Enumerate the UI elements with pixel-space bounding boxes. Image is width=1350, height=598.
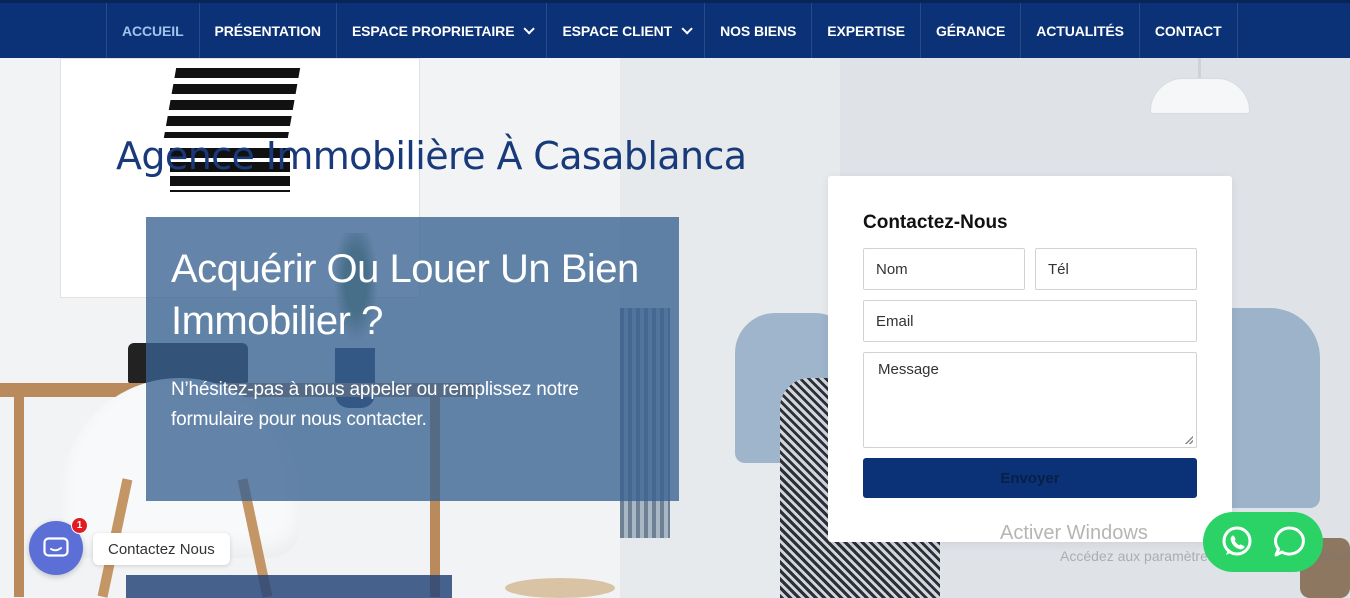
nav-item-nos-biens[interactable]: NOS BIENS [705, 3, 813, 58]
nav-item-espace-client[interactable]: ESPACE CLIENT [547, 3, 706, 58]
resize-handle-icon[interactable] [1185, 436, 1193, 444]
chevron-down-icon [681, 22, 693, 35]
contact-form-card: Contactez-Nous Nom Tél Email Message Env… [828, 176, 1232, 542]
nav-item-espace-proprietaire[interactable]: ESPACE PROPRIETAIRE [337, 3, 548, 58]
send-button[interactable]: Envoyer [863, 458, 1197, 498]
bg-stool [505, 578, 615, 598]
nav-item-accueil[interactable]: ACCUEIL [107, 3, 200, 58]
chevron-down-icon [523, 22, 536, 35]
nav-item-actualites[interactable]: ACTUALITÉS [1021, 3, 1140, 58]
message-placeholder: Message [878, 361, 939, 378]
nav-item-label: ESPACE PROPRIETAIRE [351, 22, 515, 39]
message-field[interactable]: Message [863, 352, 1197, 448]
nav-item-label: EXPERTISE [827, 22, 905, 39]
bg-lamp-cord [1198, 58, 1201, 80]
main-nav: ACCUEIL PRÉSENTATION ESPACE PROPRIETAIRE… [106, 3, 1238, 58]
chat-icon[interactable] [1271, 524, 1307, 560]
hero-subtext: N’hésitez-pas à nous appeler ou rempliss… [171, 379, 579, 430]
nav-item-expertise[interactable]: EXPERTISE [812, 3, 921, 58]
email-placeholder: Email [876, 312, 914, 330]
nav-item-label: CONTACT [1154, 22, 1222, 39]
nav-item-gerance[interactable]: GÉRANCE [921, 3, 1022, 58]
nav-item-label: ESPACE CLIENT [562, 22, 673, 39]
top-navbar: ACCUEIL PRÉSENTATION ESPACE PROPRIETAIRE… [0, 0, 1350, 58]
nav-item-label: ACTUALITÉS [1036, 22, 1124, 39]
secondary-panel [126, 575, 452, 598]
name-placeholder: Nom [876, 260, 908, 278]
nav-item-label: GÉRANCE [935, 22, 1006, 39]
nav-item-contact[interactable]: CONTACT [1140, 3, 1238, 58]
chat-bubble-icon [43, 537, 69, 557]
phone-field[interactable]: Tél [1035, 248, 1197, 290]
whatsapp-icon[interactable] [1219, 524, 1255, 560]
nav-item-label: NOS BIENS [720, 22, 797, 39]
bg-art-stripes [163, 68, 301, 138]
email-field[interactable]: Email [863, 300, 1197, 342]
windows-watermark-title: Activer Windows [1000, 522, 1148, 544]
contact-form-title: Contactez-Nous [863, 212, 1008, 233]
nav-item-presentation[interactable]: PRÉSENTATION [200, 3, 337, 58]
phone-placeholder: Tél [1048, 260, 1069, 278]
nav-item-label: ACCUEIL [122, 22, 184, 39]
bg-desk-leg [14, 397, 24, 597]
hero-panel: Acquérir Ou Louer Un Bien Immobilier ? N… [146, 217, 679, 501]
page-title: Agence Immobilière À Casablanca [116, 134, 747, 178]
hero-heading: Acquérir Ou Louer Un Bien Immobilier ? [171, 247, 639, 343]
nav-item-label: PRÉSENTATION [214, 22, 322, 39]
chat-notification-badge: 1 [71, 517, 88, 534]
chat-widget-label[interactable]: Contactez Nous [93, 533, 230, 565]
name-field[interactable]: Nom [863, 248, 1025, 290]
whatsapp-chat-pill[interactable] [1203, 512, 1323, 572]
bg-pendant-lamp [1150, 78, 1250, 114]
